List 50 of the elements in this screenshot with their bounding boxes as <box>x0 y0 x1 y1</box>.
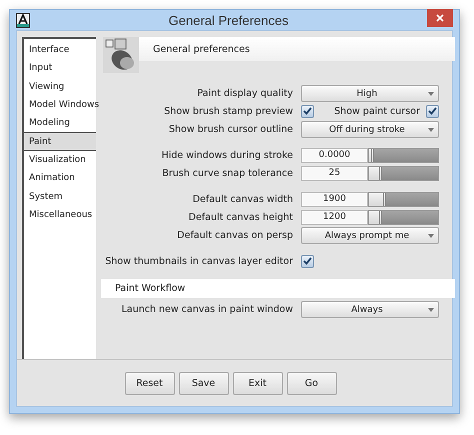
caret-icon <box>428 92 434 96</box>
caret-icon <box>428 128 434 132</box>
section-title: General preferences <box>153 44 250 54</box>
slider[interactable] <box>368 148 439 162</box>
field-label: Paint display quality <box>196 88 293 99</box>
section-title: Paint Workflow <box>115 283 186 294</box>
number-field[interactable]: 0.0000 <box>301 148 368 162</box>
slider[interactable] <box>368 192 439 206</box>
close-button[interactable] <box>427 9 453 27</box>
category-item[interactable]: System <box>24 187 96 206</box>
number-field[interactable]: 1900 <box>301 192 368 206</box>
field-label: Default canvas on persp <box>176 230 293 241</box>
dialog-button[interactable]: Reset <box>124 372 174 394</box>
field-label: Show brush cursor outline <box>168 124 293 135</box>
field-label: Launch new canvas in paint window <box>120 304 293 315</box>
checkbox[interactable] <box>301 254 314 268</box>
category-item[interactable]: Input <box>24 59 96 78</box>
slider[interactable] <box>368 166 439 180</box>
category-item[interactable]: Modeling <box>24 114 96 132</box>
close-icon <box>436 14 444 22</box>
field-label: Show paint cursor <box>334 106 420 116</box>
dropdown[interactable]: High <box>301 85 439 102</box>
number-field[interactable]: 25 <box>301 166 368 180</box>
checkbox[interactable] <box>301 104 314 118</box>
dialog-button[interactable]: Save <box>178 372 228 394</box>
category-item[interactable]: Paint <box>24 132 96 151</box>
category-item[interactable]: Interface <box>24 41 96 60</box>
window-title: General Preferences <box>168 12 290 28</box>
checkbox[interactable] <box>426 104 439 118</box>
field-label: Show thumbnails in canvas layer editor <box>104 256 293 266</box>
caret-icon <box>428 234 434 238</box>
category-item[interactable]: Animation <box>24 169 96 188</box>
field-label: Default canvas width <box>192 194 293 204</box>
dropdown[interactable]: Always <box>301 301 439 318</box>
app-icon <box>16 12 30 28</box>
number-field[interactable]: 1200 <box>301 210 368 224</box>
dialog-button[interactable]: Go <box>286 372 336 394</box>
field-label: Hide windows during stroke <box>160 150 293 160</box>
field-label: Show brush stamp preview <box>163 106 293 116</box>
field-label: Brush curve snap tolerance <box>161 168 293 178</box>
dropdown[interactable]: Always prompt me <box>301 227 439 244</box>
caret-icon <box>428 308 434 312</box>
dropdown[interactable]: Off during stroke <box>301 121 439 138</box>
dialog-button[interactable]: Exit <box>232 372 282 394</box>
category-item[interactable]: Miscellaneous <box>24 206 96 224</box>
category-item[interactable]: Viewing <box>24 78 96 96</box>
slider[interactable] <box>368 210 439 224</box>
field-label: Default canvas height <box>188 212 293 222</box>
brush-icon <box>103 37 139 73</box>
category-item[interactable]: Visualization <box>24 150 96 170</box>
